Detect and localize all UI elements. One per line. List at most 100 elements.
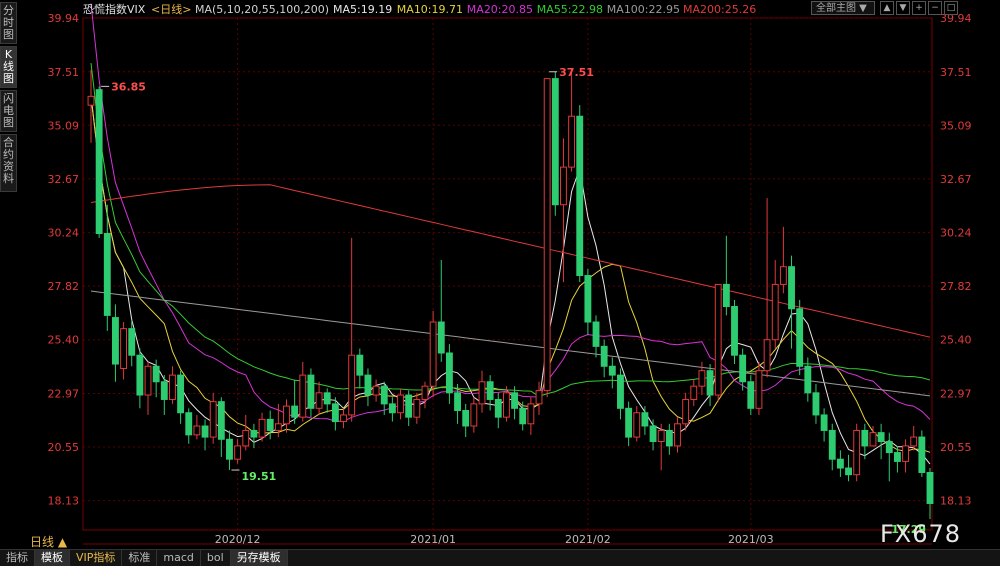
candle-body <box>722 283 730 308</box>
y-tick-label-right: 27.82 <box>940 280 972 293</box>
candle-body <box>307 374 315 409</box>
y-tick-label-right: 35.09 <box>940 119 972 132</box>
ma55-line <box>90 63 931 397</box>
zoom-in-icon[interactable]: + <box>912 1 926 15</box>
candle <box>641 406 649 435</box>
candle-body <box>763 339 771 372</box>
y-tick-label-right: 22.97 <box>940 387 972 400</box>
candle-body <box>462 410 470 427</box>
candle <box>731 299 738 365</box>
bottom-tab[interactable]: 模板 <box>35 550 70 566</box>
candle <box>193 414 201 440</box>
candle <box>902 439 909 473</box>
candle <box>217 397 225 457</box>
ma20-line <box>90 3 931 422</box>
candle-body <box>853 429 861 476</box>
watermark: FX678 <box>880 520 962 548</box>
candle <box>258 412 266 442</box>
ma-legend-item: MA100:22.95 <box>607 3 680 16</box>
candle <box>291 379 299 424</box>
bottom-tab[interactable]: macd <box>157 550 201 566</box>
candle-body <box>698 370 706 387</box>
candle <box>511 386 519 420</box>
y-tick-label-left: 37.51 <box>48 66 80 79</box>
candle-body <box>340 414 347 423</box>
bottom-tab[interactable]: VIP指标 <box>70 550 123 566</box>
ma-legend-item: MA200:25.26 <box>683 3 756 16</box>
candle-body <box>397 394 404 414</box>
candle <box>372 379 380 402</box>
candle <box>356 348 364 389</box>
candle-body <box>486 381 494 400</box>
candle <box>323 388 331 413</box>
side-tab[interactable]: 分时图 <box>0 2 17 44</box>
x-tick-label: 2020/12 <box>215 533 261 546</box>
annotation-high: 36.85 <box>111 80 146 93</box>
bottom-tab[interactable]: 指标 <box>0 550 35 566</box>
bottom-tab[interactable]: 标准 <box>122 550 158 566</box>
chart-mode-dropdown[interactable]: 全部主图 ▼ <box>811 1 875 15</box>
side-tab[interactable]: 合约资料 <box>0 134 17 192</box>
bottom-tab[interactable]: bol <box>201 550 231 566</box>
candle <box>307 368 315 418</box>
y-tick-label-left: 22.97 <box>48 387 80 400</box>
vix-candlestick-chart[interactable]: 39.94 39.9437.51 37.5135.09 35.0932.67 32.67… <box>0 0 1000 549</box>
expand-icon[interactable]: □ <box>944 1 958 15</box>
ma-legend-item: MA55:22.98 <box>537 3 603 16</box>
candle-body <box>674 423 681 447</box>
y-tick-label-left: 20.55 <box>48 441 80 454</box>
candle-body <box>511 392 519 409</box>
move-down-icon[interactable]: ▼ <box>896 1 910 15</box>
candle-body <box>560 166 567 206</box>
candle <box>812 383 820 424</box>
candle-body <box>893 452 901 462</box>
ma-legend-item: MA5:19.19 <box>333 3 392 16</box>
candle-body <box>657 429 665 442</box>
candle <box>266 410 274 440</box>
candle <box>405 390 413 427</box>
y-tick-label-left: 25.40 <box>48 334 80 347</box>
candle-body <box>169 374 176 400</box>
candle <box>820 408 828 442</box>
candle-body <box>494 398 502 418</box>
candle-body <box>470 403 478 427</box>
zoom-out-icon[interactable]: − <box>928 1 942 15</box>
candle-body <box>502 392 510 418</box>
candle-body <box>535 390 543 405</box>
chart-nav-buttons[interactable]: ▲ ▼ + − □ <box>880 1 958 15</box>
candle-body <box>429 321 437 387</box>
bottom-tab[interactable]: 另存模板 <box>230 550 288 566</box>
candle <box>340 408 347 429</box>
candle-body <box>828 429 836 460</box>
bottom-tabs: 指标 模板 VIP指标 标准 macd bol 另存模板 <box>0 549 1000 566</box>
candle <box>348 237 356 422</box>
candle <box>315 381 323 415</box>
candle-body <box>226 438 233 460</box>
candle-body <box>201 425 209 438</box>
move-up-icon[interactable]: ▲ <box>880 1 894 15</box>
candle <box>796 299 804 376</box>
candle-body <box>478 381 486 405</box>
candle-body <box>641 412 649 427</box>
side-tab[interactable]: 闪电图 <box>0 90 17 132</box>
candle <box>478 370 486 413</box>
candle <box>242 414 250 451</box>
candle <box>388 397 396 422</box>
candle-body <box>885 440 893 454</box>
annotation-low: 19.51 <box>241 470 276 483</box>
candle <box>649 419 657 451</box>
candle-body <box>315 392 323 409</box>
side-tab[interactable]: K线图 <box>0 46 17 88</box>
candle <box>437 260 445 362</box>
y-tick-label-right: 30.24 <box>940 227 972 240</box>
y-tick-label-right: 25.40 <box>940 334 972 347</box>
ma-spec: MA(5,10,20,55,100,200) <box>195 3 329 16</box>
candle-body <box>323 392 331 405</box>
candle-body <box>519 407 527 425</box>
ma-legend-item: MA10:19.71 <box>397 3 463 16</box>
candle-body <box>576 115 584 277</box>
plot-frame <box>82 17 933 531</box>
candle <box>95 86 103 238</box>
candle <box>763 198 771 378</box>
candle-body <box>437 321 445 354</box>
